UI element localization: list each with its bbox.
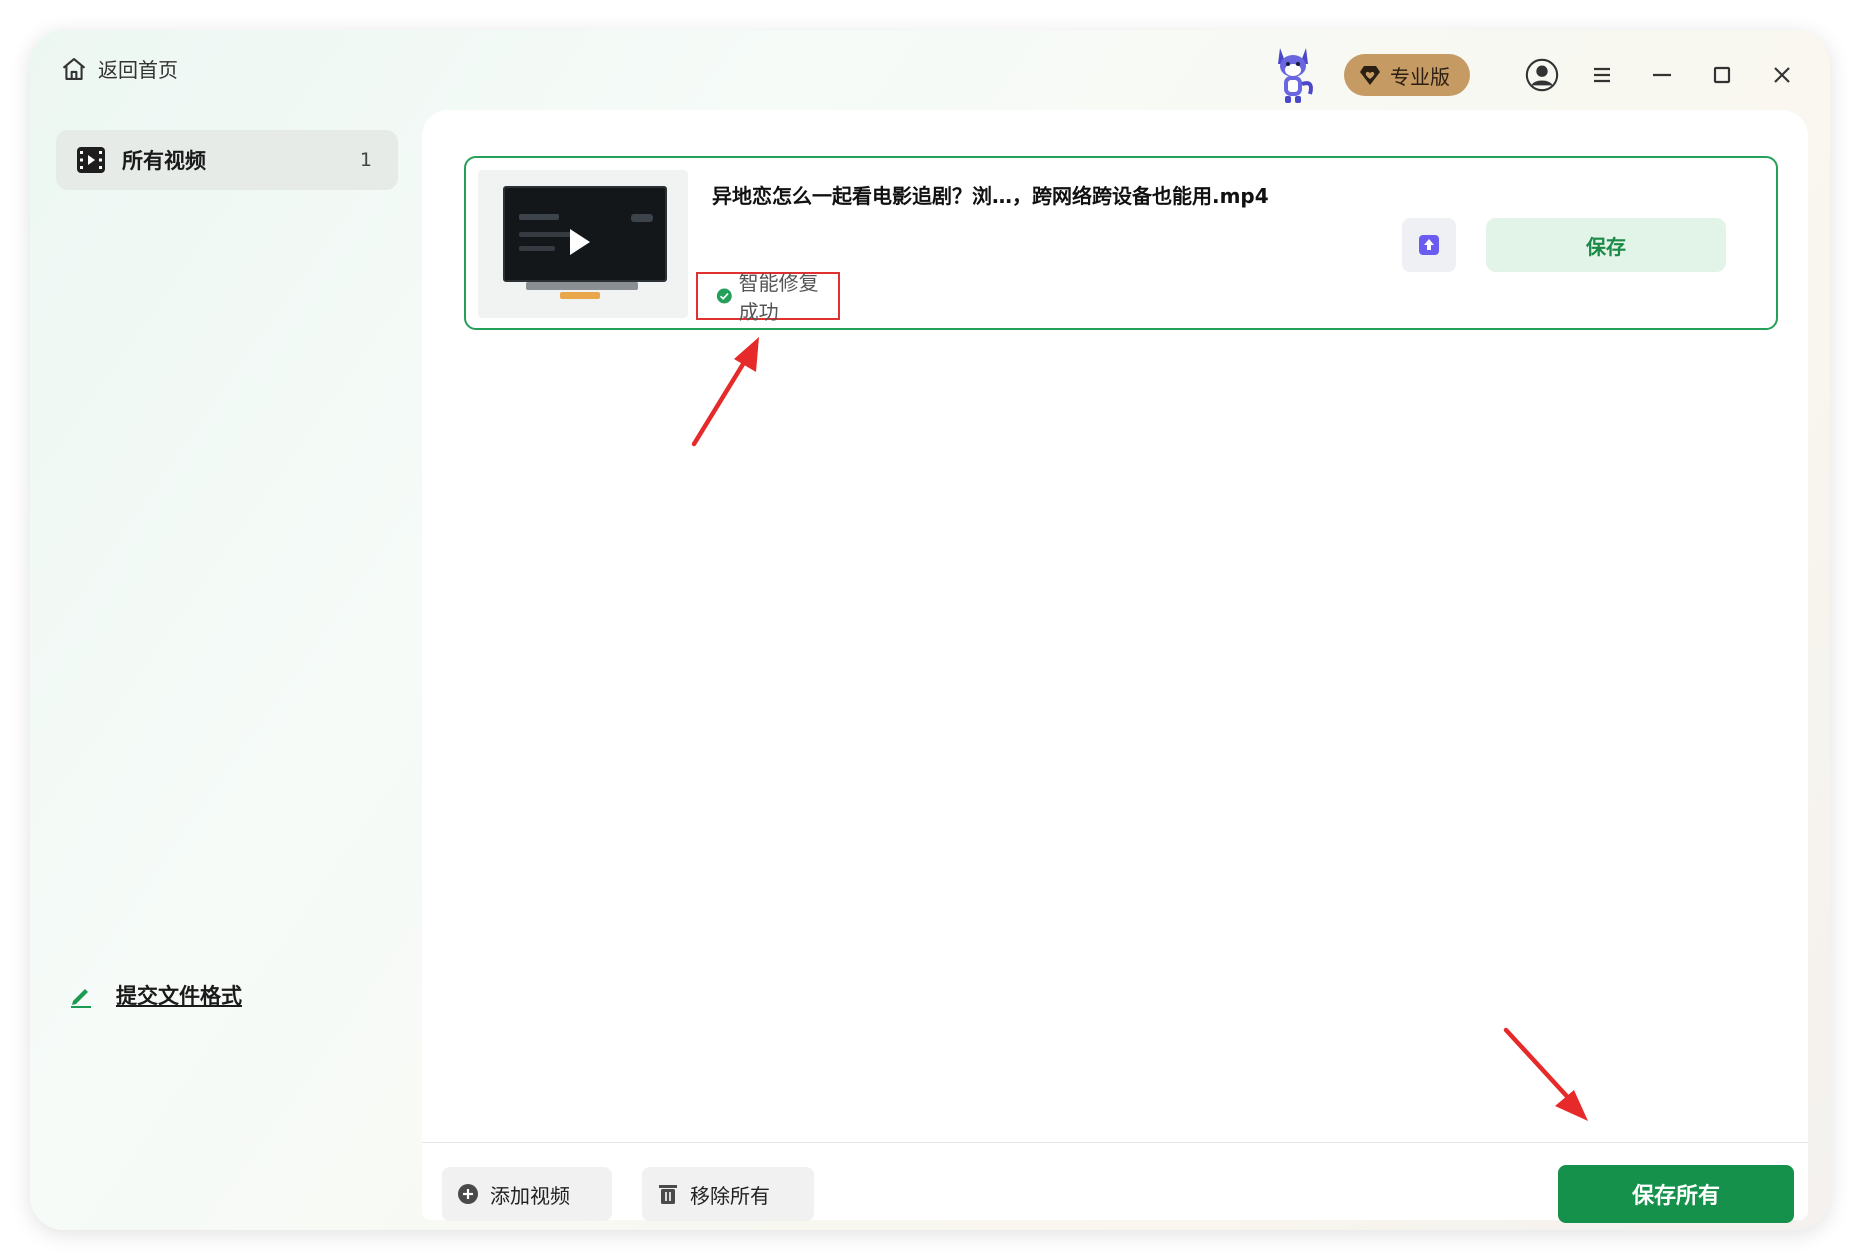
- save-all-button[interactable]: 保存所有: [1558, 1165, 1794, 1223]
- submit-file-format-link[interactable]: 提交文件格式: [68, 980, 242, 1010]
- maximize-icon: [1713, 66, 1731, 84]
- video-icon: [77, 147, 105, 173]
- video-file-name: 异地恋怎么一起看电影追剧？浏…，跨网络跨设备也能用.mp4: [712, 184, 1269, 208]
- add-video-label: 添加视频: [490, 1183, 570, 1208]
- repair-status-badge: 智能修复成功: [696, 271, 840, 324]
- title-bar-tools: 专业版: [1270, 44, 1800, 106]
- remove-all-label: 移除所有: [690, 1183, 770, 1208]
- user-account-button[interactable]: [1524, 57, 1560, 93]
- minimize-icon: [1653, 73, 1671, 77]
- home-icon: [62, 57, 86, 80]
- close-button[interactable]: [1764, 57, 1800, 93]
- close-icon: [1774, 67, 1790, 83]
- sidebar-item-all-videos[interactable]: 所有视频 1: [56, 130, 398, 190]
- upload-button[interactable]: [1402, 218, 1456, 272]
- diamond-heart-icon: [1360, 66, 1380, 85]
- thumbnail-subtitle-highlight: [560, 292, 600, 299]
- back-home-label: 返回首页: [98, 58, 178, 82]
- main-panel: 异地恋怎么一起看电影追剧？浏…，跨网络跨设备也能用.mp4 智能修复成功 保存: [422, 110, 1808, 1223]
- upload-icon: [1419, 235, 1439, 255]
- check-circle-icon: [716, 288, 732, 304]
- save-button[interactable]: 保存: [1486, 218, 1726, 272]
- video-thumbnail[interactable]: [478, 170, 688, 318]
- play-icon: [570, 229, 590, 255]
- repair-status-text: 智能修复成功: [738, 271, 819, 324]
- sidebar-item-label: 所有视频: [122, 149, 206, 173]
- sidebar-item-count: 1: [359, 149, 372, 171]
- pro-version-label: 专业版: [1390, 64, 1450, 89]
- app-window: 返回首页 专业版 所有视频 1 提交文件格式 异地恋怎么一起看电影追剧？浏…，跨…: [30, 30, 1830, 1230]
- trash-icon: [659, 1185, 677, 1204]
- menu-icon: [1594, 67, 1610, 83]
- user-avatar-icon: [1525, 58, 1559, 92]
- footer-bar: 添加视频 移除所有 保存所有: [422, 1142, 1808, 1223]
- maximize-button[interactable]: [1704, 57, 1740, 93]
- thumbnail-subtitle-strip: [526, 282, 638, 290]
- minimize-button[interactable]: [1644, 57, 1680, 93]
- back-home-link[interactable]: 返回首页: [60, 54, 178, 83]
- pencil-icon: [71, 989, 91, 1008]
- remove-all-button[interactable]: 移除所有: [642, 1167, 814, 1221]
- pro-version-button[interactable]: 专业版: [1344, 54, 1470, 96]
- menu-button[interactable]: [1584, 57, 1620, 93]
- add-video-button[interactable]: 添加视频: [442, 1167, 612, 1221]
- video-file-card[interactable]: 异地恋怎么一起看电影追剧？浏…，跨网络跨设备也能用.mp4 智能修复成功 保存: [464, 156, 1778, 330]
- submit-file-format-label: 提交文件格式: [116, 984, 242, 1008]
- plus-circle-icon: [458, 1184, 478, 1204]
- mascot-icon[interactable]: [1270, 44, 1316, 106]
